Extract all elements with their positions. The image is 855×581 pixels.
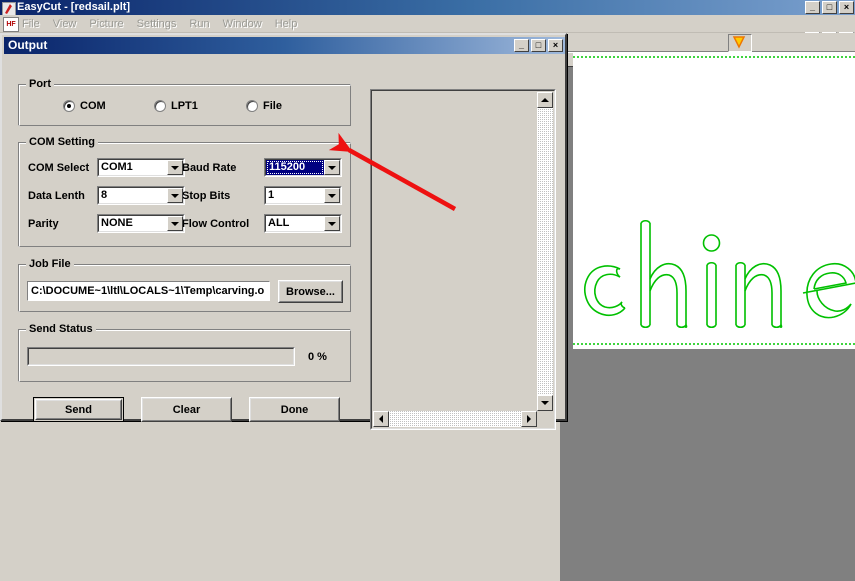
scroll-left-arrow-icon[interactable] — [373, 411, 389, 427]
combo-com-select[interactable]: COM1 — [97, 158, 185, 177]
clear-button-label: Clear — [172, 403, 201, 416]
scroll-down-arrow-icon[interactable] — [537, 395, 553, 411]
send-status-group-label: Send Status — [26, 323, 96, 335]
combo-parity[interactable]: NONE — [97, 214, 185, 233]
port-group-label: Port — [26, 78, 54, 90]
label-flow-control: Flow Control — [182, 218, 250, 230]
output-dialog-window-buttons: _ □ × — [514, 39, 563, 52]
output-dialog-titlebar[interactable]: Output _ □ × — [4, 37, 565, 54]
combo-com-select-value: COM1 — [101, 161, 133, 173]
chevron-down-icon-stop-bits[interactable] — [324, 188, 340, 203]
chevron-down-icon-baud-rate[interactable] — [324, 160, 340, 175]
combo-baud-rate-value: 115200 — [266, 160, 324, 175]
radio-lpt1-indicator — [154, 100, 166, 112]
screen: EasyCut - [redsail.plt] _ □ × HF File Vi… — [0, 0, 855, 581]
combo-stop-bits-value: 1 — [268, 189, 275, 201]
scrollbar-corner — [537, 411, 553, 427]
radio-port-file[interactable]: File — [246, 100, 282, 112]
job-file-group: Job File C:\DOCUME~1\ltl\LOCALS~1\Temp\c… — [18, 258, 351, 312]
dialog-maximize-button[interactable]: □ — [531, 39, 546, 52]
horizontal-scrollbar[interactable] — [373, 411, 537, 427]
chevron-down-icon-flow-control[interactable] — [324, 216, 340, 231]
port-group: Port COM LPT1 File — [18, 78, 351, 126]
radio-lpt1-label: LPT1 — [171, 100, 198, 112]
send-button[interactable]: Send — [33, 397, 124, 422]
vertical-scrollbar[interactable] — [537, 92, 553, 411]
combo-stop-bits[interactable]: 1 — [264, 186, 342, 205]
scroll-right-arrow-icon[interactable] — [521, 411, 537, 427]
browse-button[interactable]: Browse... — [278, 280, 343, 303]
done-button-label: Done — [280, 403, 309, 416]
canvas-toolbar-strip — [560, 33, 855, 52]
output-dialog: Output _ □ × Port COM LPT1 File COM Sett… — [0, 33, 567, 430]
radio-file-indicator — [246, 100, 258, 112]
app-close-glyph: × — [843, 2, 850, 12]
dialog-close-button[interactable]: × — [548, 39, 563, 52]
chevron-down-icon-parity[interactable] — [167, 216, 183, 231]
label-stop-bits: Stop Bits — [182, 190, 231, 202]
send-progress-bar — [27, 347, 295, 366]
canvas-page[interactable] — [573, 52, 855, 349]
combo-data-lenth[interactable]: 8 — [97, 186, 185, 205]
app-restore-button[interactable]: □ — [822, 1, 837, 14]
combo-parity-value: NONE — [101, 217, 133, 229]
output-dialog-title: Output — [8, 38, 48, 52]
chevron-down-icon-com-select[interactable] — [167, 160, 183, 175]
com-setting-group-label: COM Setting — [26, 136, 98, 148]
scroll-up-arrow-icon[interactable] — [537, 92, 553, 108]
job-file-group-label: Job File — [26, 258, 74, 270]
application-titlebar: EasyCut - [redsail.plt] _ □ × — [0, 0, 855, 16]
menu-item-file[interactable]: File — [21, 18, 41, 30]
dialog-maximize-glyph: □ — [535, 40, 542, 50]
menu-items: File View Picture Settings Run Window He… — [21, 15, 298, 32]
application-window-buttons: _ □ × — [805, 1, 854, 14]
menu-item-help[interactable]: Help — [274, 18, 299, 30]
label-parity: Parity — [28, 218, 59, 230]
job-file-path-input[interactable]: C:\DOCUME~1\ltl\LOCALS~1\Temp\carving.o — [27, 281, 270, 301]
menu-item-window[interactable]: Window — [222, 18, 263, 30]
menu-item-view[interactable]: View — [52, 18, 78, 30]
send-button-label: Send — [65, 403, 92, 416]
combo-baud-rate[interactable]: 115200 — [264, 158, 342, 177]
chevron-down-icon-data-lenth[interactable] — [167, 188, 183, 203]
vector-artwork-chine — [584, 219, 855, 329]
page-boundary-top — [573, 56, 855, 58]
send-status-group: Send Status 0 % — [18, 323, 351, 382]
combo-flow-control[interactable]: ALL — [264, 214, 342, 233]
mdi-child-icon[interactable]: HF — [3, 17, 19, 32]
app-restore-glyph: □ — [826, 2, 833, 12]
label-data-lenth: Data Lenth — [28, 190, 85, 202]
app-minimize-glyph: _ — [809, 2, 815, 12]
done-button[interactable]: Done — [249, 397, 340, 422]
dialog-minimize-glyph: _ — [518, 40, 524, 50]
radio-port-com[interactable]: COM — [63, 100, 106, 112]
browse-button-label: Browse... — [286, 285, 335, 298]
menu-item-run[interactable]: Run — [188, 18, 210, 30]
combo-data-lenth-value: 8 — [101, 189, 108, 201]
send-progress-percent: 0 % — [308, 351, 327, 363]
radio-port-lpt1[interactable]: LPT1 — [154, 100, 198, 112]
output-log-panel[interactable] — [370, 89, 556, 430]
label-com-select: COM Select — [28, 162, 90, 174]
clear-button[interactable]: Clear — [141, 397, 232, 422]
app-minimize-button[interactable]: _ — [805, 1, 820, 14]
chevron-down-icon[interactable] — [728, 34, 752, 52]
app-logo-icon — [2, 2, 16, 16]
menu-item-settings[interactable]: Settings — [136, 18, 178, 30]
output-dialog-body: Port COM LPT1 File COM Setting COM Selec… — [4, 56, 565, 430]
dialog-minimize-button[interactable]: _ — [514, 39, 529, 52]
com-setting-group: COM Setting COM Select COM1 Baud Rate 11… — [18, 136, 351, 247]
dialog-close-glyph: × — [552, 40, 559, 50]
radio-file-label: File — [263, 100, 282, 112]
label-baud-rate: Baud Rate — [182, 162, 237, 174]
combo-flow-control-value: ALL — [268, 217, 290, 229]
app-close-button[interactable]: × — [839, 1, 854, 14]
radio-com-label: COM — [80, 100, 106, 112]
menu-item-picture[interactable]: Picture — [88, 18, 124, 30]
radio-com-indicator — [63, 100, 75, 112]
application-title: EasyCut - [redsail.plt] — [17, 1, 131, 13]
menu-bar: HF File View Picture Settings Run Window… — [0, 15, 855, 45]
drawing-workspace — [560, 33, 855, 581]
